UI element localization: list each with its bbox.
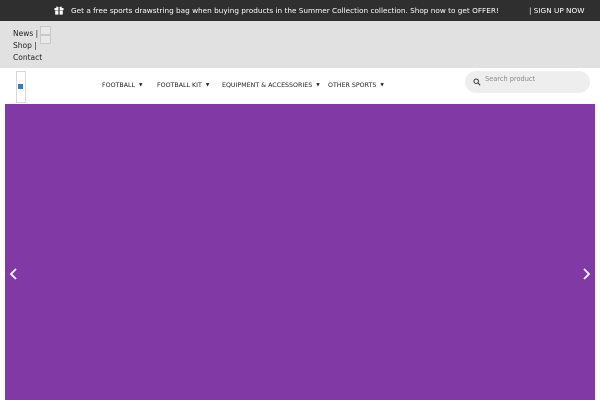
placeholder-box <box>40 35 51 44</box>
logo-image <box>18 84 23 89</box>
search-icon[interactable] <box>473 78 481 86</box>
search-input[interactable] <box>485 71 585 87</box>
nav-item-other-sports[interactable]: OTHER SPORTS ▼ <box>328 81 384 91</box>
chevron-left-icon[interactable] <box>8 267 20 281</box>
promo-text: Get a free sports drawstring bag when bu… <box>71 6 499 15</box>
chevron-right-icon[interactable] <box>580 267 592 281</box>
shop-link[interactable]: Shop | <box>13 40 42 52</box>
nav-item-label: OTHER SPORTS <box>328 82 377 89</box>
nav-item-label: FOOTBALL <box>102 82 136 89</box>
contact-link[interactable]: Contact <box>13 52 42 64</box>
gift-icon <box>54 6 64 15</box>
nav-item-football-kit[interactable]: FOOTBALL KIT ▼ <box>157 81 209 91</box>
nav-item-label: FOOTBALL KIT <box>157 82 202 89</box>
search-box <box>465 71 590 93</box>
news-link[interactable]: News | <box>13 28 42 40</box>
sign-up-link[interactable]: | SIGN UP NOW <box>529 5 584 16</box>
caret-down-icon: ▼ <box>380 83 384 88</box>
nav-item-football[interactable]: FOOTBALL ▼ <box>102 81 143 91</box>
utility-bar: News | Shop | Contact <box>0 21 600 68</box>
caret-down-icon: ▼ <box>316 83 320 88</box>
nav-item-label: EQUIPMENT & ACCESSORIES <box>222 82 313 89</box>
hero-slider <box>5 104 595 400</box>
utility-links: News | Shop | Contact <box>13 28 42 64</box>
caret-down-icon: ▼ <box>205 83 210 88</box>
caret-down-icon: ▼ <box>139 83 143 88</box>
announcement-bar: Get a free sports drawstring bag when bu… <box>0 0 600 21</box>
placeholder-box <box>40 26 51 35</box>
nav-item-equipment-accessories[interactable]: EQUIPMENT & ACCESSORIES ▼ <box>222 81 320 91</box>
